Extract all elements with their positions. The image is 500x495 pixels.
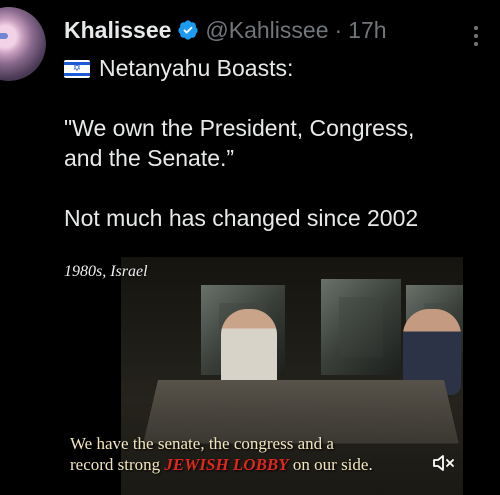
- avatar[interactable]: [0, 7, 46, 81]
- video-caption-top: 1980s, Israel: [64, 263, 148, 280]
- post-text-line-4: Not much has changed since 2002: [64, 205, 419, 231]
- post-text-line-3: and the Senate.”: [64, 145, 235, 171]
- post-header: Khalissee @Kahlissee · 17h: [64, 14, 387, 46]
- handle[interactable]: @Kahlissee: [205, 17, 328, 44]
- subtitle-highlight: JEWISH LOBBY: [164, 455, 289, 474]
- post-text: ✡ Netanyahu Boasts: "We own the President…: [64, 53, 484, 233]
- more-options-icon[interactable]: [474, 22, 480, 50]
- subtitle-text-end: on our side.: [288, 455, 373, 474]
- avatar-image: [0, 7, 46, 81]
- display-name[interactable]: Khalissee: [64, 17, 171, 44]
- person-left: [221, 309, 277, 391]
- verified-badge-icon[interactable]: [177, 19, 199, 41]
- post-text-line-1: Netanyahu Boasts:: [99, 55, 294, 81]
- israel-flag-icon: ✡: [64, 60, 90, 78]
- avatar-detail: [0, 33, 8, 39]
- video-media[interactable]: 1980s, Israel We have the senate, the co…: [64, 257, 484, 495]
- subtitle-line-2: record strong JEWISH LOBBY on our side.: [70, 454, 470, 475]
- post-text-line-2: "We own the President, Congress,: [64, 115, 415, 141]
- speaker-muted-icon[interactable]: [431, 452, 457, 474]
- subtitle-line-1: We have the senate, the congress and a: [70, 434, 334, 453]
- backdrop-panel: [321, 279, 401, 375]
- subtitle-text: record strong: [70, 455, 165, 474]
- video-subtitle: We have the senate, the congress and a r…: [70, 433, 470, 475]
- post-text-line: ✡ Netanyahu Boasts:: [64, 53, 484, 83]
- timestamp[interactable]: 17h: [348, 17, 386, 44]
- separator-dot: ·: [334, 16, 343, 43]
